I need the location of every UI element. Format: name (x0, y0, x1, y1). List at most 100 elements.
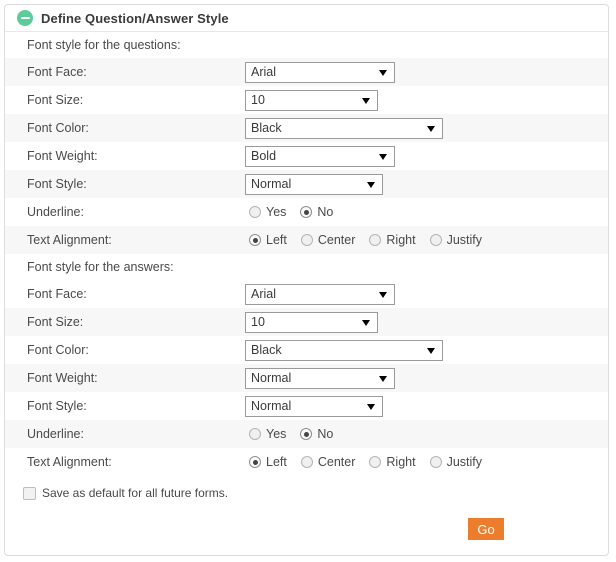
radio-option[interactable]: Left (249, 455, 287, 469)
panel-header: Define Question/Answer Style (5, 5, 608, 32)
radio-dot-icon (300, 456, 313, 468)
chevron-down-icon (379, 292, 387, 298)
form-sections: Font style for the questions: Font Face: A… (5, 32, 608, 476)
radio-option[interactable]: Yes (249, 205, 286, 219)
radio-group-underline: Yes No (245, 205, 333, 219)
select-font-style[interactable]: Normal (245, 173, 383, 195)
select-font-style[interactable]: Normal (245, 395, 383, 417)
select-font-weight[interactable]: Normal (245, 367, 395, 389)
radio-option[interactable]: Center (300, 233, 355, 247)
form-row: Font Weight: Normal (5, 364, 608, 392)
form-row-field: Black (245, 117, 608, 139)
radio-option[interactable]: Left (249, 233, 287, 247)
form-row: Font Face: Arial (5, 280, 608, 308)
form-row-field: Arial (245, 61, 608, 83)
form-row-field: Yes No (245, 427, 608, 441)
radio-dot-icon (369, 456, 382, 468)
chevron-down-icon (362, 320, 370, 326)
form-row-field: Arial (245, 283, 608, 305)
chevron-down-icon (427, 126, 435, 132)
radio-option[interactable]: No (300, 427, 333, 441)
radio-group-underline: Yes No (245, 427, 333, 441)
radio-option-label: Justify (446, 233, 483, 247)
define-question-answer-style-panel: Define Question/Answer Style Font style … (4, 4, 609, 556)
radio-dot-icon (369, 234, 382, 246)
radio-option[interactable]: Yes (249, 427, 286, 441)
save-default-label: Save as default for all future forms. (42, 486, 229, 500)
radio-dot-icon (429, 234, 442, 246)
radio-option[interactable]: Right (369, 233, 416, 247)
form-row: Font Face: Arial (5, 58, 608, 86)
select-value: Black (251, 343, 282, 357)
save-default-row: Save as default for all future forms. (5, 476, 608, 510)
radio-option-label: No (317, 427, 334, 441)
panel-title: Define Question/Answer Style (41, 10, 229, 26)
select-value: Normal (251, 371, 292, 385)
form-row-label: Underline: (27, 205, 84, 219)
select-value: Black (251, 121, 282, 135)
minus-circle-icon[interactable] (17, 10, 33, 26)
form-row-field: Yes No (245, 205, 608, 219)
select-value: 10 (251, 315, 265, 329)
form-row-label: Text Alignment: (27, 233, 112, 247)
minus-glyph (20, 17, 30, 19)
select-value: Bold (251, 149, 277, 163)
radio-dot-icon (249, 428, 261, 440)
form-row: Font Size: 10 (5, 86, 608, 114)
select-value: Normal (251, 399, 292, 413)
radio-option-label: Yes (266, 427, 287, 441)
chevron-down-icon (379, 70, 387, 76)
radio-dot-icon (429, 456, 442, 468)
form-row-label: Font Weight: (27, 149, 98, 163)
form-row-label: Font Style: (27, 399, 87, 413)
radio-option[interactable]: Justify (429, 233, 483, 247)
radio-dot-icon (300, 206, 313, 218)
select-value: 10 (251, 93, 265, 107)
form-row-label: Underline: (27, 427, 84, 441)
select-value: Arial (251, 287, 277, 301)
go-button[interactable]: Go (468, 518, 504, 540)
submit-row: Go (5, 510, 608, 548)
radio-option-label: Justify (446, 455, 483, 469)
form-row: Underline: Yes No (5, 198, 608, 226)
select-font-size[interactable]: 10 (245, 311, 378, 333)
select-font-color[interactable]: Black (245, 117, 443, 139)
radio-dot-icon (300, 234, 313, 246)
radio-option-label: Right (386, 455, 416, 469)
form-row: Text Alignment: Left Center Right Justify (5, 226, 608, 254)
select-font-weight[interactable]: Bold (245, 145, 395, 167)
form-row-label: Font Size: (27, 315, 84, 329)
select-font-color[interactable]: Black (245, 339, 443, 361)
radio-option-label: No (317, 205, 334, 219)
chevron-down-icon (367, 404, 375, 410)
radio-dot-icon (300, 428, 313, 440)
radio-option-label: Right (386, 233, 416, 247)
form-row-field: Black (245, 339, 608, 361)
radio-dot-icon (249, 456, 261, 468)
form-row: Font Color: Black (5, 114, 608, 142)
radio-option-label: Left (266, 455, 287, 469)
radio-option[interactable]: No (300, 205, 333, 219)
radio-option[interactable]: Center (300, 455, 356, 469)
chevron-down-icon (427, 348, 435, 354)
select-font-size[interactable]: 10 (245, 89, 378, 111)
form-row-label: Font Size: (27, 93, 84, 107)
section-heading: Font style for the answers: (5, 254, 608, 280)
select-font-face[interactable]: Arial (245, 61, 395, 83)
save-default-checkbox[interactable] (23, 486, 36, 500)
chevron-down-icon (367, 182, 375, 188)
section-heading: Font style for the questions: (5, 32, 608, 58)
form-row: Font Style: Normal (5, 170, 608, 198)
form-row: Font Color: Black (5, 336, 608, 364)
radio-option-label: Left (266, 233, 287, 247)
form-row: Font Weight: Bold (5, 142, 608, 170)
form-row-label: Font Face: (27, 287, 87, 301)
form-row-field: Left Center Right Justify (245, 455, 608, 469)
radio-option[interactable]: Justify (429, 455, 483, 469)
form-row-field: Normal (245, 367, 608, 389)
radio-option-label: Center (317, 455, 356, 469)
select-font-face[interactable]: Arial (245, 283, 395, 305)
form-row: Font Size: 10 (5, 308, 608, 336)
select-value: Arial (251, 65, 277, 79)
radio-option[interactable]: Right (369, 455, 416, 469)
